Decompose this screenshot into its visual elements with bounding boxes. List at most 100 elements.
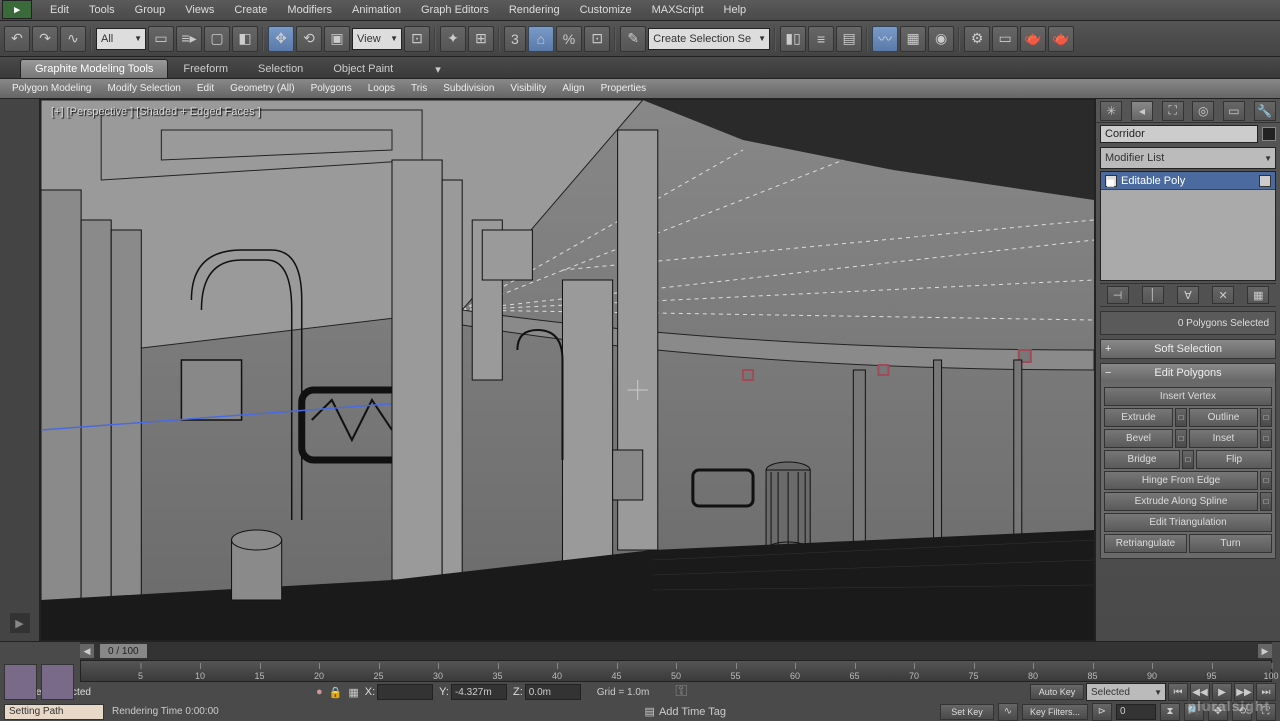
- flip-button[interactable]: Flip: [1196, 450, 1272, 469]
- rsub-loops[interactable]: Loops: [360, 81, 403, 96]
- render-icon[interactable]: 🫖: [1020, 26, 1046, 52]
- outline-settings-icon[interactable]: □: [1260, 408, 1272, 427]
- window-crossing-icon[interactable]: ◧: [232, 26, 258, 52]
- rsub-modifyselection[interactable]: Modify Selection: [100, 81, 189, 96]
- motion-tab-icon[interactable]: ◎: [1192, 101, 1214, 121]
- stack-expand-icon[interactable]: ◼: [1105, 175, 1117, 187]
- make-unique-icon[interactable]: ∀: [1177, 286, 1199, 304]
- rsub-visibility[interactable]: Visibility: [502, 81, 554, 96]
- app-icon[interactable]: ▸: [2, 0, 32, 19]
- keymode-icon[interactable]: ⊞: [468, 26, 494, 52]
- stack-item-editable-poly[interactable]: ◼ Editable Poly: [1101, 172, 1275, 190]
- bridge-settings-icon[interactable]: □: [1182, 450, 1194, 469]
- rotate-icon[interactable]: ⟲: [296, 26, 322, 52]
- inset-button[interactable]: Inset: [1189, 429, 1258, 448]
- prev-key-icon[interactable]: ⊳: [1092, 703, 1112, 721]
- menu-help[interactable]: Help: [714, 0, 757, 20]
- tab-graphite[interactable]: Graphite Modeling Tools: [20, 59, 168, 78]
- coord-x-input[interactable]: [377, 684, 433, 700]
- time-tag[interactable]: ▤ Add Time Tag: [645, 705, 726, 718]
- timeline-thumbnail[interactable]: [4, 664, 74, 700]
- extrude-spline-button[interactable]: Extrude Along Spline: [1104, 492, 1258, 511]
- outline-button[interactable]: Outline: [1189, 408, 1258, 427]
- rsub-polygons[interactable]: Polygons: [303, 81, 360, 96]
- menu-views[interactable]: Views: [175, 0, 224, 20]
- create-tab-icon[interactable]: ✳: [1100, 101, 1122, 121]
- keyfilters-button[interactable]: Key Filters...: [1022, 704, 1088, 720]
- tab-objectpaint[interactable]: Object Paint: [318, 59, 408, 78]
- pivot-icon[interactable]: ⊡: [404, 26, 430, 52]
- menu-group[interactable]: Group: [125, 0, 176, 20]
- named-sel-icon[interactable]: ✎: [620, 26, 646, 52]
- setkey-button[interactable]: Set Key: [940, 704, 994, 720]
- rsub-polygonmodeling[interactable]: Polygon Modeling: [4, 81, 100, 96]
- spinner-snap-icon[interactable]: ⊡: [584, 26, 610, 52]
- rsub-geometry[interactable]: Geometry (All): [222, 81, 302, 96]
- frame-indicator[interactable]: 0 / 100: [100, 644, 147, 658]
- show-end-icon[interactable]: │: [1142, 286, 1164, 304]
- remove-mod-icon[interactable]: ✕: [1212, 286, 1234, 304]
- manipulate-icon[interactable]: ✦: [440, 26, 466, 52]
- menu-tools[interactable]: Tools: [79, 0, 125, 20]
- rsub-properties[interactable]: Properties: [593, 81, 655, 96]
- rsub-edit[interactable]: Edit: [189, 81, 222, 96]
- scrub-right-icon[interactable]: ▶: [1258, 644, 1272, 658]
- menu-animation[interactable]: Animation: [342, 0, 411, 20]
- viewport-label[interactable]: [+] [Perspective ] [Shaded + Edged Faces…: [51, 106, 261, 118]
- hinge-settings-icon[interactable]: □: [1260, 471, 1272, 490]
- modifier-list-dropdown[interactable]: Modifier List: [1100, 147, 1276, 169]
- selection-filter-dropdown[interactable]: All: [96, 28, 146, 50]
- hinge-button[interactable]: Hinge From Edge: [1104, 471, 1258, 490]
- stack-toggle-icon[interactable]: [1259, 175, 1271, 187]
- menu-customize[interactable]: Customize: [570, 0, 642, 20]
- turn-button[interactable]: Turn: [1189, 534, 1272, 553]
- bridge-button[interactable]: Bridge: [1104, 450, 1180, 469]
- menu-modifiers[interactable]: Modifiers: [277, 0, 342, 20]
- current-frame-input[interactable]: [1116, 704, 1156, 720]
- lock-icon[interactable]: ●: [316, 686, 323, 698]
- move-icon[interactable]: ✥: [268, 26, 294, 52]
- extrude-button[interactable]: Extrude: [1104, 408, 1173, 427]
- select-icon[interactable]: ▭: [148, 26, 174, 52]
- redo-icon[interactable]: ↷: [32, 26, 58, 52]
- menu-grapheditors[interactable]: Graph Editors: [411, 0, 499, 20]
- snap-toggle-icon[interactable]: 3: [504, 26, 526, 52]
- select-region-icon[interactable]: ▢: [204, 26, 230, 52]
- menu-edit[interactable]: Edit: [40, 0, 79, 20]
- time-config-icon[interactable]: ⧗: [1160, 703, 1180, 721]
- schematic-icon[interactable]: ▦: [900, 26, 926, 52]
- material-editor-icon[interactable]: ◉: [928, 26, 954, 52]
- mirror-icon[interactable]: ▮▯: [780, 26, 806, 52]
- render-prod-icon[interactable]: 🫖: [1048, 26, 1074, 52]
- key-tangent-icon[interactable]: ∿: [998, 703, 1018, 721]
- lock2-icon[interactable]: 🔒: [329, 686, 343, 699]
- autokey-button[interactable]: Auto Key: [1030, 684, 1084, 700]
- bevel-settings-icon[interactable]: □: [1175, 429, 1187, 448]
- scrub-left-icon[interactable]: ◀: [80, 644, 94, 658]
- align-icon[interactable]: ≡: [808, 26, 834, 52]
- modify-tab-icon[interactable]: ◂: [1131, 101, 1153, 121]
- rollout-head-soft[interactable]: +Soft Selection: [1101, 340, 1275, 358]
- named-selection-dropdown[interactable]: Create Selection Se: [648, 28, 770, 50]
- link-icon[interactable]: ∿: [60, 26, 86, 52]
- time-ruler[interactable]: 5101520253035404550556065707580859095100: [80, 660, 1272, 682]
- extrude-spline-settings-icon[interactable]: □: [1260, 492, 1272, 511]
- menu-rendering[interactable]: Rendering: [499, 0, 570, 20]
- configure-icon[interactable]: ▦: [1247, 286, 1269, 304]
- undo-icon[interactable]: ↶: [4, 26, 30, 52]
- extrude-settings-icon[interactable]: □: [1175, 408, 1187, 427]
- retriangulate-button[interactable]: Retriangulate: [1104, 534, 1187, 553]
- ref-coord-dropdown[interactable]: View: [352, 28, 402, 50]
- insert-vertex-button[interactable]: Insert Vertex: [1104, 387, 1272, 406]
- sel-lock-icon[interactable]: ▦: [348, 686, 358, 699]
- ribbon-toggle-icon[interactable]: ▾: [428, 60, 448, 78]
- tab-freeform[interactable]: Freeform: [168, 59, 243, 78]
- rsub-align[interactable]: Align: [554, 81, 592, 96]
- inset-settings-icon[interactable]: □: [1260, 429, 1272, 448]
- modifier-stack[interactable]: ◼ Editable Poly: [1100, 171, 1276, 281]
- object-color-swatch[interactable]: [1262, 127, 1276, 141]
- bevel-button[interactable]: Bevel: [1104, 429, 1173, 448]
- goto-start-icon[interactable]: ⏮: [1168, 683, 1188, 701]
- scale-icon[interactable]: ▣: [324, 26, 350, 52]
- display-tab-icon[interactable]: ▭: [1223, 101, 1245, 121]
